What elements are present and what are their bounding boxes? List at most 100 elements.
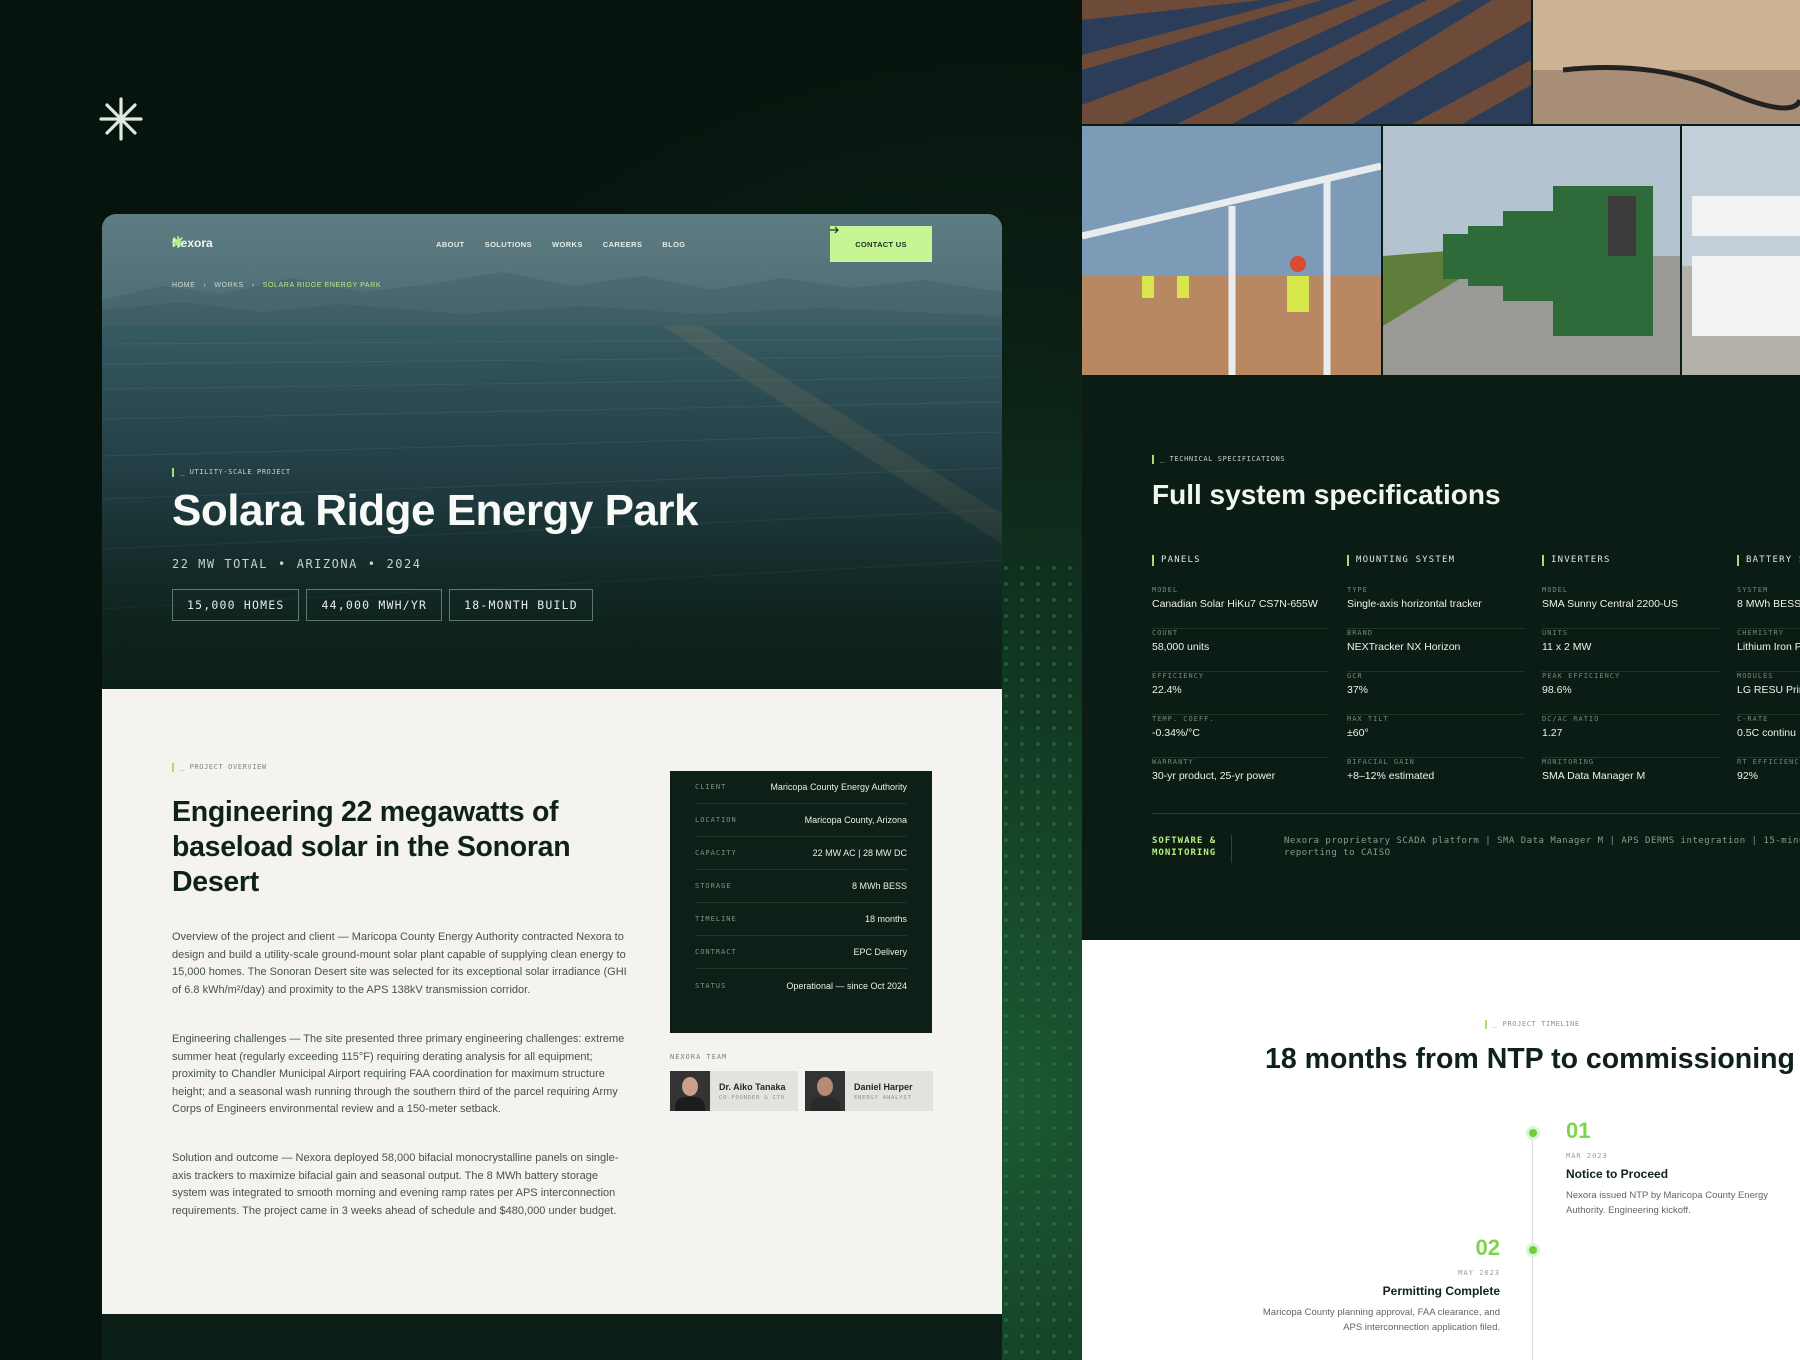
overview-tag: _ PROJECT OVERVIEW [172, 763, 267, 772]
spec-key: UNITS [1542, 629, 1569, 637]
spec-key: PEAK EFFICIENCY [1542, 672, 1621, 680]
spec-key: MONITORING [1542, 758, 1595, 766]
hero-stats: 15,000 HOMES 44,000 MWH/YR 18-MONTH BUIL… [172, 589, 593, 621]
avatar [670, 1071, 710, 1111]
breadcrumb-works[interactable]: WORKS [214, 282, 243, 289]
overview-paragraph: Overview of the project and client — Mar… [172, 931, 627, 996]
milestone-dot [1529, 1246, 1537, 1254]
technical-specs-section: _ TECHNICAL SPECIFICATIONS Full system s… [1082, 375, 1800, 940]
team-member-card[interactable]: Dr. Aiko Tanaka CO-FOUNDER & CTO [670, 1071, 798, 1111]
spec-columns: PANELS MODEL Canadian Solar HiKu7 CS7N-65… [1152, 555, 1800, 801]
fact-value: Maricopa County, Arizona [804, 815, 907, 825]
spec-key: TYPE [1347, 586, 1368, 594]
fact-row: LOCATION Maricopa County, Arizona [695, 804, 907, 837]
spec-value: 58,000 units [1152, 641, 1210, 653]
fact-row: STORAGE 8 MWh BESS [695, 870, 907, 903]
milestone-number: 01 [1566, 1118, 1591, 1143]
spec-value: +8–12% estimated [1347, 770, 1435, 782]
fact-value: Operational — since Oct 2024 [786, 980, 907, 991]
spec-key: COUNT [1152, 629, 1179, 637]
cable-closeup-photo [1533, 0, 1800, 124]
spec-value: 11 x 2 MW [1542, 641, 1592, 653]
nav-links: ABOUT SOLUTIONS WORKS CAREERS BLOG [436, 240, 686, 249]
spec-value: 98.6% [1542, 684, 1572, 696]
spec-key: EFFICIENCY [1152, 672, 1205, 680]
meta-capacity: 22 MW TOTAL [172, 557, 268, 571]
fact-value: EPC Delivery [853, 947, 907, 957]
fact-key: STORAGE [695, 882, 732, 890]
spec-column-header: BATTERY S [1737, 555, 1800, 566]
spec-key: MAX TILT [1347, 715, 1389, 723]
project-page-card: Nexora ABOUT SOLUTIONS WORKS CAREERS BLO… [102, 214, 1002, 1360]
asterisk-brand-icon [172, 236, 184, 248]
spec-value: 0.5C continu [1737, 727, 1796, 739]
page-title: Solara Ridge Energy Park [172, 486, 699, 535]
spec-key: C-RATE [1737, 715, 1769, 723]
spec-value: 30-yr product, 25-yr power [1152, 770, 1276, 782]
fact-row: TIMELINE 18 months [695, 903, 907, 936]
breadcrumb-home[interactable]: HOME [172, 282, 195, 289]
meta-year: 2024 [386, 557, 422, 571]
milestone-title: Notice to Proceed [1566, 1167, 1669, 1181]
chevron-right-icon: › [203, 282, 207, 289]
nav-link-works[interactable]: WORKS [552, 240, 583, 249]
arrow-right-icon [830, 226, 839, 234]
nav-link-about[interactable]: ABOUT [436, 240, 465, 249]
timeline-axis [1532, 1130, 1533, 1360]
spec-value: 37% [1347, 684, 1369, 696]
battery-containers-photo [1682, 126, 1800, 375]
spec-column-inverters: INVERTERS MODEL SMA Sunny Central 2200-US… [1542, 555, 1737, 801]
contact-us-label: CONTACT US [855, 239, 907, 249]
project-timeline-section: _ PROJECT TIMELINE 18 months from NTP to… [1082, 940, 1800, 1360]
spec-column-header: INVERTERS [1542, 555, 1737, 566]
stat-chip-build: 18-MONTH BUILD [449, 589, 593, 621]
spec-value: Canadian Solar HiKu7 CS7N-655W [1152, 598, 1318, 610]
milestone-number: 02 [1475, 1235, 1500, 1260]
spec-key: BRAND [1347, 629, 1374, 637]
spec-key: WARRANTY [1152, 758, 1194, 766]
hero-tag: _ UTILITY-SCALE PROJECT [172, 468, 291, 477]
specs-tag: _ TECHNICAL SPECIFICATIONS [1152, 455, 1285, 464]
fact-key: LOCATION [695, 816, 737, 824]
spec-key: GCR [1347, 672, 1363, 680]
fact-row: CONTRACT EPC Delivery [695, 936, 907, 969]
spec-value: NEXTracker NX Horizon [1347, 641, 1461, 653]
spec-key: CHEMISTRY [1737, 629, 1784, 637]
right-panel: _ TECHNICAL SPECIFICATIONS Full system s… [1082, 0, 1800, 1360]
meta-separator: • [277, 557, 287, 571]
team-member-card[interactable]: Daniel Harper ENERGY ANALYST [805, 1071, 933, 1111]
meta-location: ARIZONA [296, 557, 358, 571]
fact-row: CLIENT Maricopa County Energy Authority [695, 771, 907, 804]
hero-section: Nexora ABOUT SOLUTIONS WORKS CAREERS BLO… [102, 214, 1002, 689]
brand-logo[interactable]: Nexora [172, 236, 213, 250]
fact-row: CAPACITY 22 MW AC | 28 MW DC [695, 837, 907, 870]
fact-value: Maricopa County Energy Authority [770, 782, 907, 792]
spec-value: -0.34%/°C [1152, 727, 1200, 739]
fact-key: CLIENT [695, 783, 727, 791]
spec-column-battery: BATTERY S SYSTEM 8 MWh BESS CHEMISTRY Lith… [1737, 555, 1800, 801]
stat-chip-homes: 15,000 HOMES [172, 589, 300, 621]
milestone-date: MAY 2023 [1458, 1269, 1500, 1277]
member-role: CO-FOUNDER & CTO [719, 1094, 785, 1101]
spec-key: DC/AC RATIO [1542, 715, 1600, 723]
contact-us-button[interactable]: CONTACT US [830, 226, 932, 262]
nav-link-solutions[interactable]: SOLUTIONS [485, 240, 532, 249]
team-list: Dr. Aiko Tanaka CO-FOUNDER & CTO Daniel H… [670, 1071, 933, 1111]
solar-rows-photo [1082, 0, 1531, 124]
spec-key: MODEL [1542, 586, 1569, 594]
spec-value: 92% [1737, 770, 1759, 782]
spec-key: TEMP. COEFF. [1152, 715, 1215, 723]
avatar [805, 1071, 845, 1111]
fact-key: STATUS [695, 981, 727, 990]
milestone-description: Nexora issued NTP by Maricopa County Ene… [1566, 1190, 1769, 1216]
spec-column-mounting: MOUNTING SYSTEM TYPE Single-axis horizont… [1347, 555, 1542, 801]
solution-paragraph: Solution and outcome — Nexora deployed 5… [172, 1152, 619, 1217]
timeline-heading: 18 months from NTP to commissioning [1265, 1043, 1795, 1075]
spec-value: Lithium Iron P [1737, 641, 1800, 653]
nav-link-blog[interactable]: BLOG [662, 240, 685, 249]
spec-key: RT EFFICIENC [1737, 758, 1800, 766]
nav-link-careers[interactable]: CAREERS [603, 240, 642, 249]
divider [1152, 813, 1800, 814]
team-label: NEXORA TEAM [670, 1053, 728, 1061]
top-navigation: Nexora ABOUT SOLUTIONS WORKS CAREERS BLO… [172, 226, 932, 262]
